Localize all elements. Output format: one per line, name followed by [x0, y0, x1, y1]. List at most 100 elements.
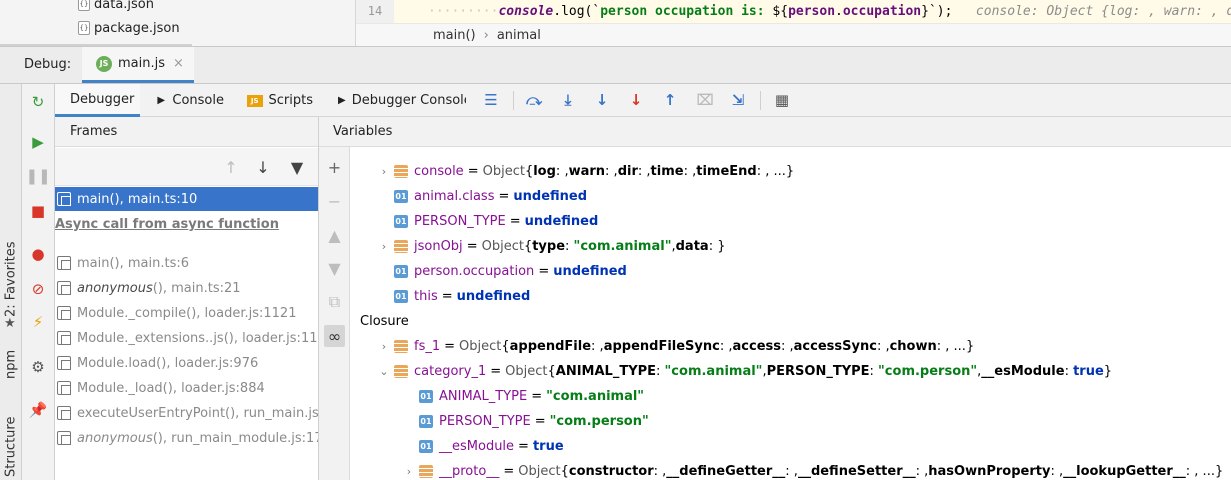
lightning-icon[interactable]: ⚡ [28, 312, 48, 332]
variable-row[interactable]: › fs_1 = Object {appendFile: ,appendFileSyn… [319, 334, 1231, 359]
run-config-tab[interactable]: JS main.js × [82, 47, 194, 83]
frame-row[interactable]: Module._load(), loader.js:884 [55, 376, 318, 400]
variable-preview: {ANIMAL_TYPE: "com.animal",PERSON_TYPE: … [547, 364, 1113, 379]
equals-sign: = [534, 414, 546, 429]
favorites-tool-button[interactable]: 2: Favorites [0, 234, 22, 324]
variable-row[interactable]: ⌄ category_1 = Object {ANIMAL_TYPE: "com.an… [319, 359, 1231, 384]
view-breakpoints-icon[interactable]: ● [28, 244, 48, 264]
settings-gear-icon[interactable]: ⚙ [28, 357, 48, 377]
file-item[interactable]: {} package.json [78, 18, 180, 38]
variable-row[interactable]: 01 PERSON_TYPE = "com.person" [319, 409, 1231, 434]
field-icon: 01 [419, 440, 433, 453]
previous-frame-icon[interactable]: ↑ [221, 156, 241, 178]
stack-frame-icon [57, 256, 71, 270]
field-icon: 01 [419, 415, 433, 428]
chevron-right-icon[interactable]: › [376, 240, 392, 253]
step-over-icon[interactable]: ⤼ [524, 90, 544, 110]
code-text[interactable]: ·········console.log(`person occupation … [428, 0, 1231, 23]
variable-name: __proto__ [439, 464, 500, 479]
run-to-cursor-icon[interactable]: ⇲ [728, 90, 748, 110]
variable-name: jsonObj [414, 239, 463, 254]
variable-name: category_1 [414, 364, 487, 379]
npm-tool-button[interactable]: npm [0, 346, 22, 382]
variable-row[interactable]: › console = Object {log: ,warn: ,dir: ,time… [319, 159, 1231, 184]
file-item[interactable]: {} data.json [78, 0, 154, 14]
variable-value: "com.animal" [546, 389, 645, 404]
equals-sign: = [538, 264, 550, 279]
editor-line[interactable]: 14 ·········console.log(`person occupati… [356, 0, 1231, 23]
force-step-into-icon[interactable]: ↓ [626, 90, 646, 110]
object-icon [394, 340, 408, 353]
frame-row[interactable]: Module._compile(), loader.js:1121 [55, 301, 318, 325]
close-icon[interactable]: × [173, 56, 184, 71]
frame-row[interactable]: main(), main.ts:10 [55, 187, 318, 211]
breadcrumb-item-function[interactable]: main() [433, 28, 476, 43]
tab-debugger[interactable]: Debugger [55, 84, 140, 117]
frame-label: anonymous [77, 430, 153, 446]
next-frame-icon[interactable]: ↓ [253, 156, 273, 178]
preview-key: time [650, 164, 684, 179]
chevron-right-icon[interactable]: › [376, 340, 392, 353]
field-icon: 01 [419, 390, 433, 403]
tab-debugger-console[interactable]: ▶ Debugger Console [338, 84, 466, 117]
debug-tool-window-header: Debug: JS main.js × [0, 46, 1231, 84]
variable-row[interactable]: 01 ANIMAL_TYPE = "com.animal" [319, 384, 1231, 409]
drop-frame-icon[interactable]: ⌧ [695, 90, 715, 110]
preview-key: __defineSetter__ [797, 464, 916, 479]
variable-row[interactable]: › __proto__ = Object {constructor: ,__defin… [319, 459, 1231, 480]
preview-key: __esModule [981, 364, 1065, 379]
variable-row[interactable]: 01 person.occupation = undefined [319, 259, 1231, 284]
smart-step-into-icon[interactable]: ↓ [592, 90, 612, 110]
variable-row[interactable]: 01 this = undefined [319, 284, 1231, 309]
tab-console[interactable]: ▶ Console [156, 84, 224, 117]
rerun-icon[interactable]: ↻ [28, 92, 48, 112]
step-out-icon[interactable]: ↑ [660, 90, 680, 110]
closure-scope[interactable]: Closure [360, 309, 409, 334]
variable-row[interactable]: 01 PERSON_TYPE = undefined [319, 209, 1231, 234]
mute-breakpoints-icon[interactable]: ⊘ [28, 279, 48, 299]
frame-row[interactable]: Module._extensions..js(), loader.js:1160 [55, 326, 318, 350]
frame-row[interactable]: executeUserEntryPoint(), run_main.js:6 [55, 401, 318, 425]
preview-key: appendFileSync [603, 339, 720, 354]
code-token: console [498, 4, 554, 19]
resume-icon[interactable]: ▶ [28, 132, 48, 152]
preview-key: __lookupGetter__ [1063, 464, 1186, 479]
preview-key: ANIMAL_TYPE [555, 364, 657, 379]
object-icon [394, 165, 408, 178]
stop-icon[interactable]: ■ [28, 201, 48, 221]
chevron-right-icon[interactable]: › [401, 465, 417, 478]
pin-icon[interactable]: 📌 [28, 400, 48, 420]
pause-icon[interactable]: ❚❚ [25, 166, 50, 186]
frame-row[interactable]: Module.load(), loader.js:976 [55, 351, 318, 375]
code-token: ${ [772, 4, 789, 19]
chevron-down-icon[interactable]: ⌄ [376, 365, 392, 378]
code-token: }`); [921, 4, 953, 19]
console-icon: ▶ [157, 95, 166, 106]
frames-panel: Frames ↑ ↓ ▼ main(), main.ts:10 main(), m… [55, 117, 319, 480]
object-icon [394, 365, 408, 378]
line-number: 14 [356, 0, 394, 23]
variable-row[interactable]: 01 animal.class = undefined [319, 184, 1231, 209]
scripts-icon: JS [247, 94, 263, 107]
star-icon: ★ [4, 316, 16, 331]
filter-icon[interactable]: ▼ [287, 156, 307, 178]
variable-row[interactable]: 01 __esModule = true [319, 434, 1231, 459]
preview-key: chown [889, 339, 937, 354]
show-execution-point-icon[interactable]: ☰ [481, 90, 501, 110]
variable-value: "com.person" [549, 414, 649, 429]
equals-sign: = [503, 464, 515, 479]
evaluate-expression-icon[interactable]: ▦ [772, 90, 792, 110]
breadcrumb-item-variable[interactable]: animal [497, 28, 541, 43]
variable-row[interactable]: › jsonObj = Object {type: "com.animal",data… [319, 234, 1231, 259]
chevron-right-icon[interactable]: › [376, 165, 392, 178]
structure-tool-button[interactable]: Structure [0, 414, 22, 480]
variable-preview: {log: ,warn: ,dir: ,time: ,timeEnd: , ..… [524, 164, 795, 179]
frame-row[interactable]: anonymous (), run_main_module.js:17 [55, 426, 318, 450]
tab-scripts[interactable]: JS Scripts [247, 84, 313, 117]
frame-row[interactable]: main(), main.ts:6 [55, 251, 318, 275]
frame-label: main(), main.ts:10 [77, 191, 198, 207]
step-into-icon[interactable]: ⤓ [558, 90, 578, 110]
frame-row[interactable]: anonymous (), main.ts:21 [55, 276, 318, 300]
variable-name: person.occupation [414, 264, 535, 279]
code-token: person occupation is: [600, 4, 773, 19]
